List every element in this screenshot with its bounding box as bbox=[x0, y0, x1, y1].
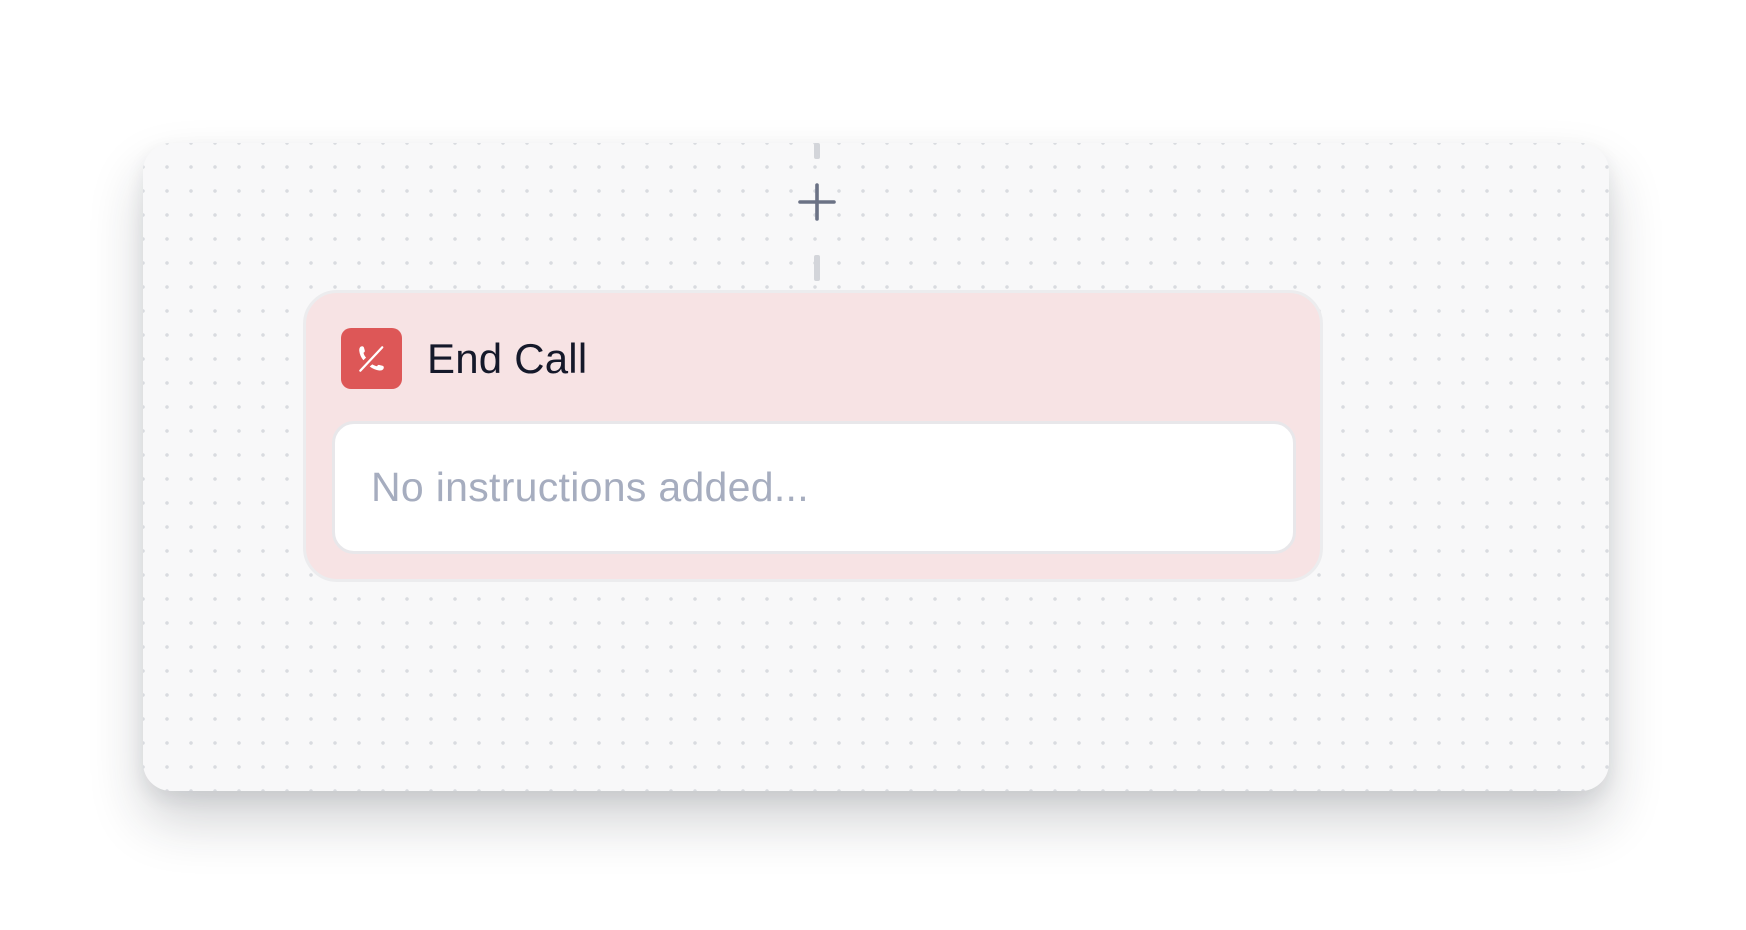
connector-line-bottom bbox=[814, 255, 820, 281]
node-header: End Call bbox=[341, 328, 587, 389]
add-step-button[interactable] bbox=[793, 178, 841, 226]
instructions-placeholder: No instructions added... bbox=[371, 464, 809, 510]
connector-line-top bbox=[814, 143, 820, 159]
plus-icon bbox=[798, 183, 836, 221]
phone-off-icon bbox=[341, 328, 402, 389]
instructions-field[interactable]: No instructions added... bbox=[332, 421, 1296, 554]
node-title: End Call bbox=[427, 334, 588, 382]
flow-canvas[interactable]: End Call No instructions added... bbox=[143, 143, 1609, 791]
end-call-node[interactable]: End Call No instructions added... bbox=[303, 290, 1323, 582]
